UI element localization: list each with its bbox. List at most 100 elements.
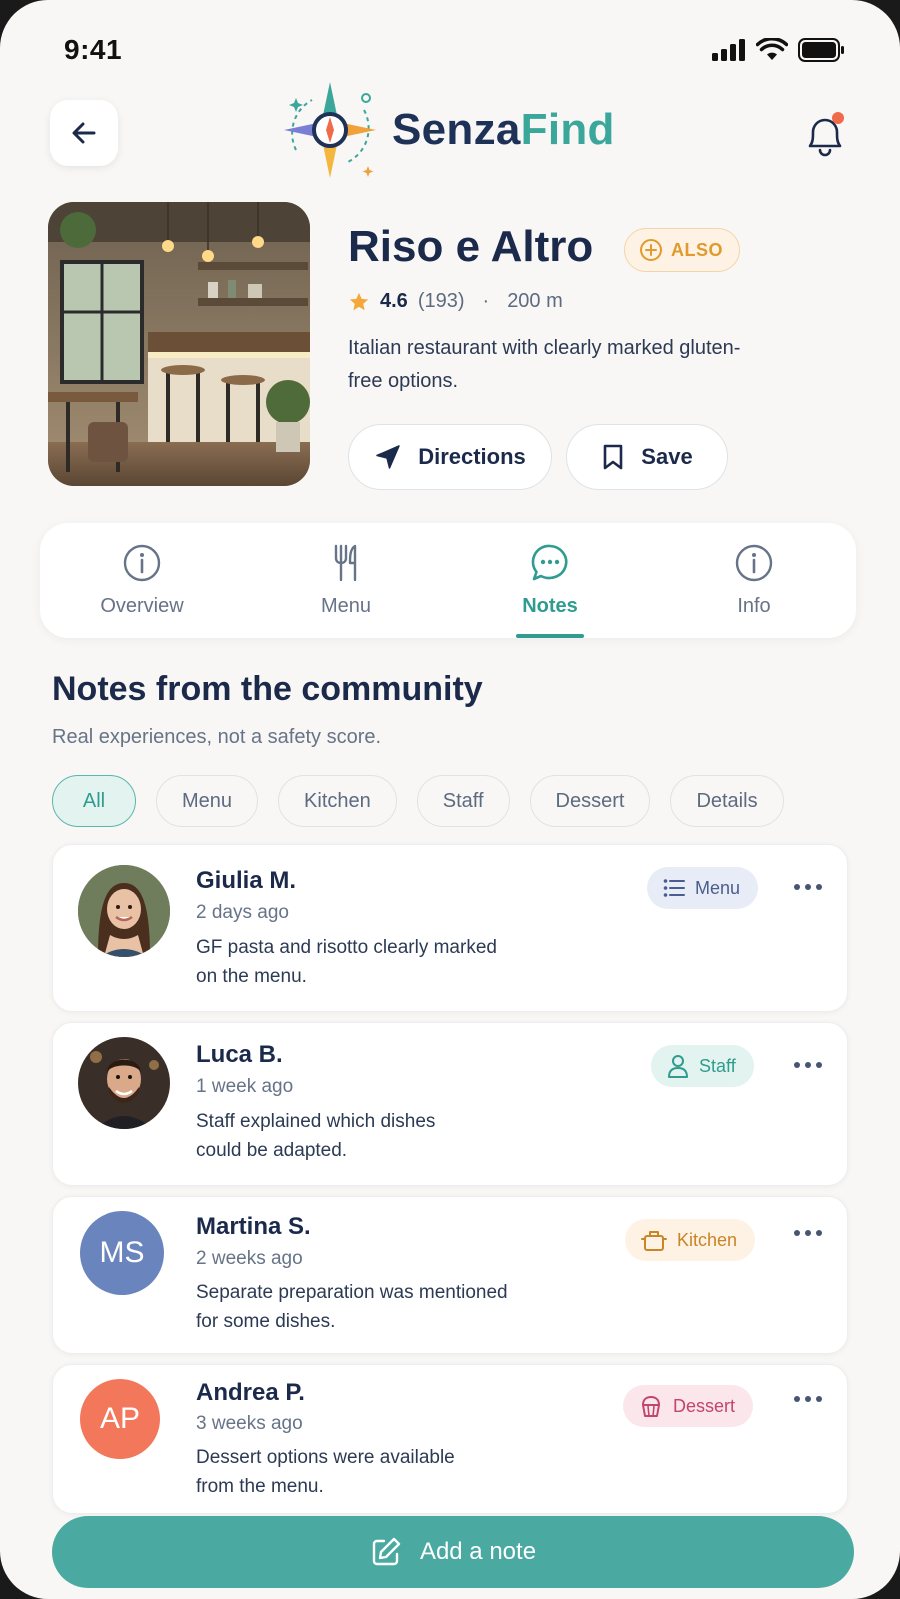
filter-all[interactable]: All — [52, 775, 136, 827]
tab-info-label: Info — [737, 595, 771, 617]
logo-part-senza: Senza — [392, 105, 521, 154]
dot-separator: · — [482, 290, 490, 312]
avatar-photo-giulia — [78, 865, 170, 957]
battery-icon — [798, 38, 844, 62]
app-logo: SenzaFind — [282, 80, 615, 180]
tag-label: Staff — [699, 1055, 736, 1076]
tag-dessert[interactable]: Dessert — [623, 1385, 754, 1427]
chat-bubble-icon — [531, 544, 568, 581]
restaurant-photo — [48, 202, 310, 486]
info-icon — [123, 544, 161, 582]
more-options-button[interactable] — [788, 1223, 828, 1243]
note-text-line1: Separate preparation was mentioned — [196, 1282, 508, 1303]
section-subtitle: Real experiences, not a safety score. — [52, 726, 382, 748]
section-title: Notes from the community — [52, 670, 483, 708]
more-options-button[interactable] — [788, 877, 828, 897]
tag-label: Dessert — [673, 1395, 736, 1416]
note-text: GF pasta and risotto clearly marked on t… — [196, 933, 536, 991]
wifi-icon — [756, 38, 788, 60]
tab-overview-label: Overview — [100, 595, 184, 617]
note-text-line2: could be adapted. — [196, 1140, 348, 1161]
distance: 200 m — [507, 290, 563, 312]
tab-menu[interactable]: Menu — [244, 523, 448, 638]
note-author: Andrea P. — [196, 1379, 305, 1406]
arrow-left-icon — [72, 122, 96, 144]
star-icon — [349, 292, 369, 310]
signal-icon — [712, 39, 745, 61]
status-bar: 9:41 — [64, 30, 844, 70]
tab-notes[interactable]: Notes — [448, 523, 652, 638]
logo-part-find: Find — [520, 105, 615, 154]
note-card[interactable]: Giulia M. 2 days ago GF pasta and risott… — [52, 844, 848, 1012]
filter-details[interactable]: Details — [670, 775, 784, 827]
save-button[interactable]: Save — [566, 424, 728, 490]
person-icon — [668, 1055, 688, 1078]
fork-knife-icon — [334, 544, 357, 582]
note-text-line2: for some dishes. — [196, 1311, 336, 1332]
note-text-line2: from the menu. — [196, 1476, 324, 1497]
tag-label: Menu — [695, 877, 741, 898]
filter-chips: All Menu Kitchen Staff Dessert Details — [52, 775, 784, 827]
filter-staff[interactable]: Staff — [416, 775, 510, 827]
filter-dessert[interactable]: Dessert — [529, 775, 651, 827]
review-count: (193) — [417, 290, 465, 312]
more-options-button[interactable] — [788, 1389, 828, 1409]
avatar — [78, 865, 170, 957]
note-text: Separate preparation was mentioned for s… — [196, 1278, 536, 1336]
tab-overview[interactable]: Overview — [40, 523, 244, 638]
more-options-button[interactable] — [788, 1055, 828, 1075]
restaurant-name: Riso e Altro — [348, 222, 594, 271]
restaurant-description: Italian restaurant with clearly marked g… — [348, 337, 741, 392]
back-button[interactable] — [50, 100, 118, 166]
list-icon — [663, 879, 685, 897]
note-text-line2: on the menu. — [196, 966, 307, 987]
bell-icon — [808, 112, 844, 157]
logo-wordmark: SenzaFind — [392, 105, 615, 155]
navigation-arrow-icon — [376, 445, 400, 469]
rating-row: 4.6 (193) · 200 m — [348, 290, 563, 313]
tag-staff[interactable]: Staff — [651, 1045, 754, 1087]
tab-menu-label: Menu — [320, 595, 372, 617]
note-time: 3 weeks ago — [196, 1413, 303, 1434]
note-time: 2 weeks ago — [196, 1248, 303, 1269]
status-time: 9:41 — [64, 34, 123, 65]
note-card[interactable]: Luca B. 1 week ago Staff explained which… — [52, 1022, 848, 1186]
note-time: 1 week ago — [196, 1076, 294, 1097]
compass-star-icon — [284, 82, 376, 178]
also-badge[interactable]: ALSO — [624, 228, 741, 272]
avatar-initials-ms: MS — [80, 1211, 164, 1295]
note-text-line1: Dessert options were available — [196, 1447, 455, 1468]
plus-circle-icon — [640, 239, 662, 261]
add-note-button[interactable]: Add a note — [52, 1516, 854, 1588]
note-author: Martina S. — [196, 1213, 311, 1240]
info-icon — [735, 544, 773, 582]
tab-bar: Overview Menu Notes Info — [40, 523, 856, 638]
tab-notes-label: Notes — [522, 595, 578, 617]
note-card[interactable]: MS Martina S. 2 weeks ago Separate prepa… — [52, 1196, 848, 1354]
tab-info[interactable]: Info — [652, 523, 856, 638]
note-text-line1: GF pasta and risotto clearly marked — [196, 937, 497, 958]
tag-menu[interactable]: Menu — [647, 867, 759, 909]
note-card[interactable]: AP Andrea P. 3 weeks ago Dessert options… — [52, 1364, 848, 1514]
note-text: Staff explained which dishes could be ad… — [196, 1107, 536, 1165]
save-label: Save — [641, 444, 693, 469]
phone-screen: 9:41 SenzaFind Riso e Altro ALSO 4.6 (19… — [0, 0, 900, 1599]
filter-menu[interactable]: Menu — [156, 775, 259, 827]
avatar-initials-ap: AP — [80, 1379, 160, 1459]
pot-icon — [641, 1231, 667, 1251]
restaurant-interior-image — [48, 202, 310, 486]
filter-kitchen[interactable]: Kitchen — [278, 775, 397, 827]
status-icons — [712, 38, 844, 62]
edit-icon — [372, 1537, 401, 1566]
note-text-line1: Staff explained which dishes — [196, 1111, 436, 1132]
tag-label: Kitchen — [677, 1229, 738, 1250]
avatar-photo-luca — [78, 1037, 170, 1129]
also-badge-label: ALSO — [671, 239, 724, 260]
tag-kitchen[interactable]: Kitchen — [625, 1219, 756, 1261]
note-author: Luca B. — [196, 1041, 283, 1068]
directions-button[interactable]: Directions — [348, 424, 552, 490]
bookmark-icon — [603, 444, 623, 470]
note-author: Giulia M. — [196, 867, 297, 894]
avatar — [78, 1037, 170, 1129]
notification-button[interactable] — [800, 110, 850, 160]
